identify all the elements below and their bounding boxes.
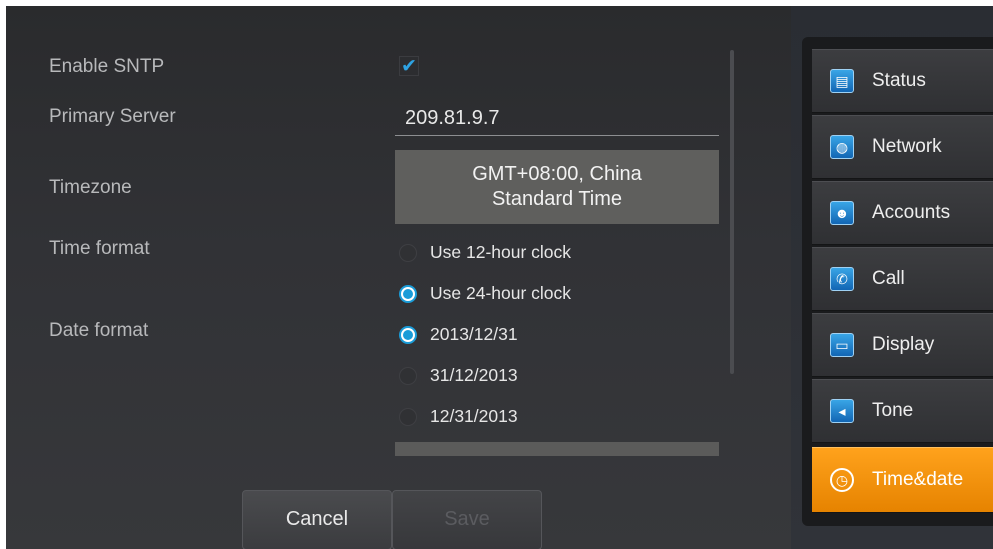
radio-button[interactable] [399,407,417,426]
time-format-label: Time format [49,238,150,259]
enable-sntp-checkbox[interactable]: ✔ [399,56,419,76]
settings-menu: ▤ Status ◍ Network ☻ Accounts ✆ Call ▭ D… [802,37,993,526]
radio-button-selected[interactable] [399,325,417,344]
menu-item-time-date[interactable]: ◷ Time&date [812,447,993,513]
radio-label: 31/12/2013 [430,365,518,385]
accounts-icon: ☻ [830,201,854,225]
radio-date-ymd[interactable]: 2013/12/31 [399,324,518,345]
menu-item-label: Display [872,334,935,355]
date-format-label: Date format [49,320,149,341]
primary-server-label: Primary Server [49,106,176,127]
menu-item-label: Network [872,136,942,157]
radio-date-dmy[interactable]: 31/12/2013 [399,365,518,386]
radio-24-hour[interactable]: Use 24-hour clock [399,283,571,304]
phone-icon: ✆ [830,267,854,291]
monitor-icon: ▭ [830,333,854,357]
menu-item-tone[interactable]: ◂ Tone [812,379,993,443]
menu-item-label: Accounts [872,202,951,223]
timezone-select[interactable]: GMT+08:00, China Standard Time [395,150,719,224]
menu-item-label: Status [872,70,926,91]
speaker-icon: ◂ [830,399,854,423]
radio-button[interactable] [399,243,417,262]
clock-icon: ◷ [830,468,854,492]
menu-item-display[interactable]: ▭ Display [812,313,993,377]
radio-label: 2013/12/31 [430,324,518,344]
scrollbar[interactable] [730,50,734,374]
radio-button[interactable] [399,366,417,385]
radio-label: Use 12-hour clock [430,242,572,262]
timezone-label: Timezone [49,177,132,198]
menu-item-status[interactable]: ▤ Status [812,49,993,113]
timezone-value-line2: Standard Time [491,188,623,210]
menu-item-label: Tone [872,400,914,421]
timezone-value-line1: GMT+08:00, China [472,163,642,185]
cancel-button[interactable]: Cancel [242,490,392,549]
menu-item-accounts[interactable]: ☻ Accounts [812,181,993,245]
radio-label: 12/31/2013 [430,406,518,426]
primary-server-input[interactable]: 209.81.9.7 [395,100,719,136]
menu-item-call[interactable]: ✆ Call [812,247,993,311]
radio-date-mdy[interactable]: 12/31/2013 [399,406,518,427]
settings-screen: Enable SNTP ✔ Primary Server 209.81.9.7 … [6,6,993,549]
save-button[interactable]: Save [392,490,542,549]
radio-label: Use 24-hour clock [430,283,572,303]
radio-12-hour[interactable]: Use 12-hour clock [399,242,571,263]
menu-item-network[interactable]: ◍ Network [812,115,993,179]
status-icon: ▤ [830,69,854,93]
menu-item-label: Call [872,268,905,289]
globe-icon: ◍ [830,135,854,159]
partially-visible-field [395,442,719,456]
menu-item-label: Time&date [872,469,964,490]
enable-sntp-label: Enable SNTP [49,56,165,77]
radio-button-selected[interactable] [399,284,417,303]
